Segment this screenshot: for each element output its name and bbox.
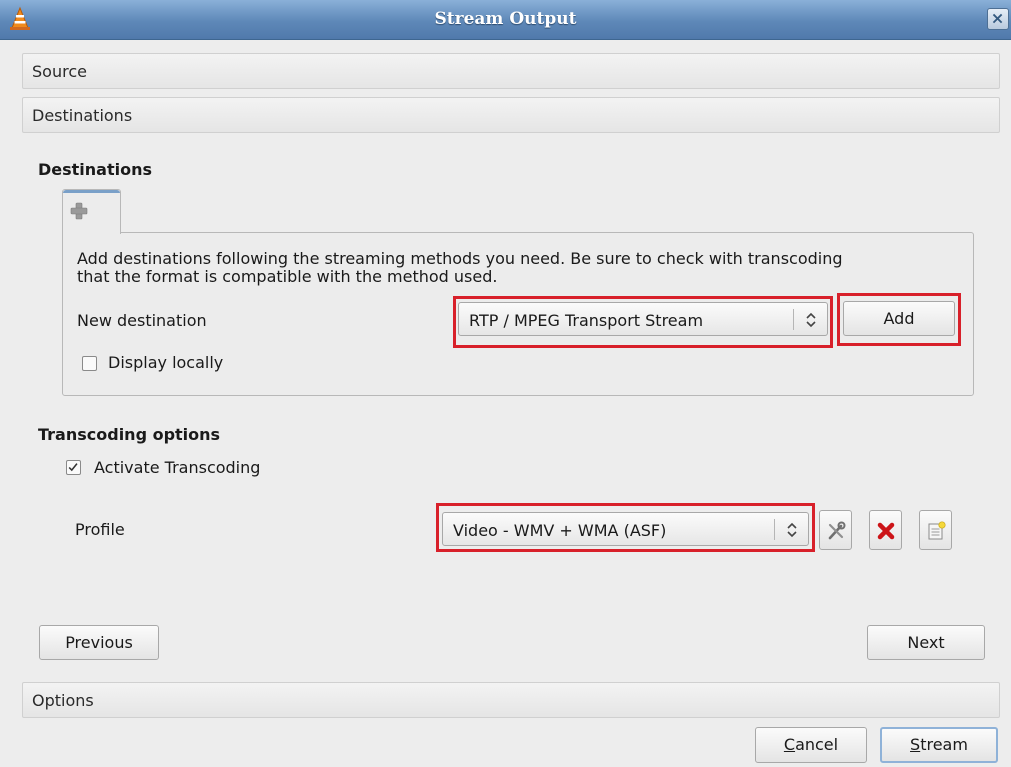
activate-transcoding-checkbox[interactable] — [66, 460, 81, 475]
activate-transcoding-label: Activate Transcoding — [94, 458, 261, 477]
close-button[interactable] — [987, 8, 1009, 30]
cancel-button[interactable]: Cancel — [755, 727, 867, 763]
section-destinations[interactable]: Destinations — [22, 97, 1000, 133]
next-button[interactable]: Next — [867, 625, 985, 660]
destinations-description: Add destinations following the streaming… — [77, 250, 957, 286]
section-source[interactable]: Source — [22, 53, 1000, 89]
description-line-1: Add destinations following the streaming… — [77, 249, 843, 268]
tab-add-destination[interactable] — [62, 189, 121, 234]
new-profile-button[interactable] — [919, 510, 952, 550]
title-bar: Stream Output — [0, 0, 1011, 40]
combo-separator — [793, 309, 794, 330]
stream-label: tream — [920, 735, 968, 754]
cancel-label: ancel — [795, 735, 839, 754]
add-icon — [70, 202, 88, 220]
add-button[interactable]: Add — [843, 301, 955, 336]
stream-mnemonic: S — [910, 735, 921, 754]
close-icon — [992, 13, 1003, 24]
combo-separator — [774, 519, 775, 540]
new-destination-value: RTP / MPEG Transport Stream — [469, 311, 704, 330]
new-destination-select[interactable]: RTP / MPEG Transport Stream — [458, 302, 828, 336]
profile-label: Profile — [75, 520, 125, 539]
cancel-mnemonic: C — [783, 735, 796, 754]
profile-value: Video - WMV + WMA (ASF) — [453, 521, 667, 540]
description-line-2: that the format is compatible with the m… — [77, 267, 498, 286]
updown-arrows-icon — [806, 312, 816, 328]
updown-arrows-icon — [787, 522, 797, 538]
display-locally-checkbox[interactable] — [82, 356, 97, 371]
display-locally-label: Display locally — [108, 353, 224, 372]
new-profile-icon — [928, 521, 946, 540]
previous-button[interactable]: Previous — [39, 625, 159, 660]
edit-profile-icon — [828, 521, 846, 540]
section-options[interactable]: Options — [22, 682, 1000, 718]
delete-profile-button[interactable] — [869, 510, 902, 550]
checkmark-icon — [68, 463, 78, 472]
edit-profile-button[interactable] — [819, 510, 852, 550]
profile-select[interactable]: Video - WMV + WMA (ASF) — [442, 512, 809, 546]
destinations-group-title: Destinations — [38, 160, 153, 179]
window-title: Stream Output — [434, 9, 577, 29]
stream-button[interactable]: Stream — [880, 727, 998, 763]
transcoding-group-title: Transcoding options — [38, 425, 221, 444]
delete-profile-icon — [877, 522, 895, 540]
new-destination-label: New destination — [77, 311, 207, 330]
